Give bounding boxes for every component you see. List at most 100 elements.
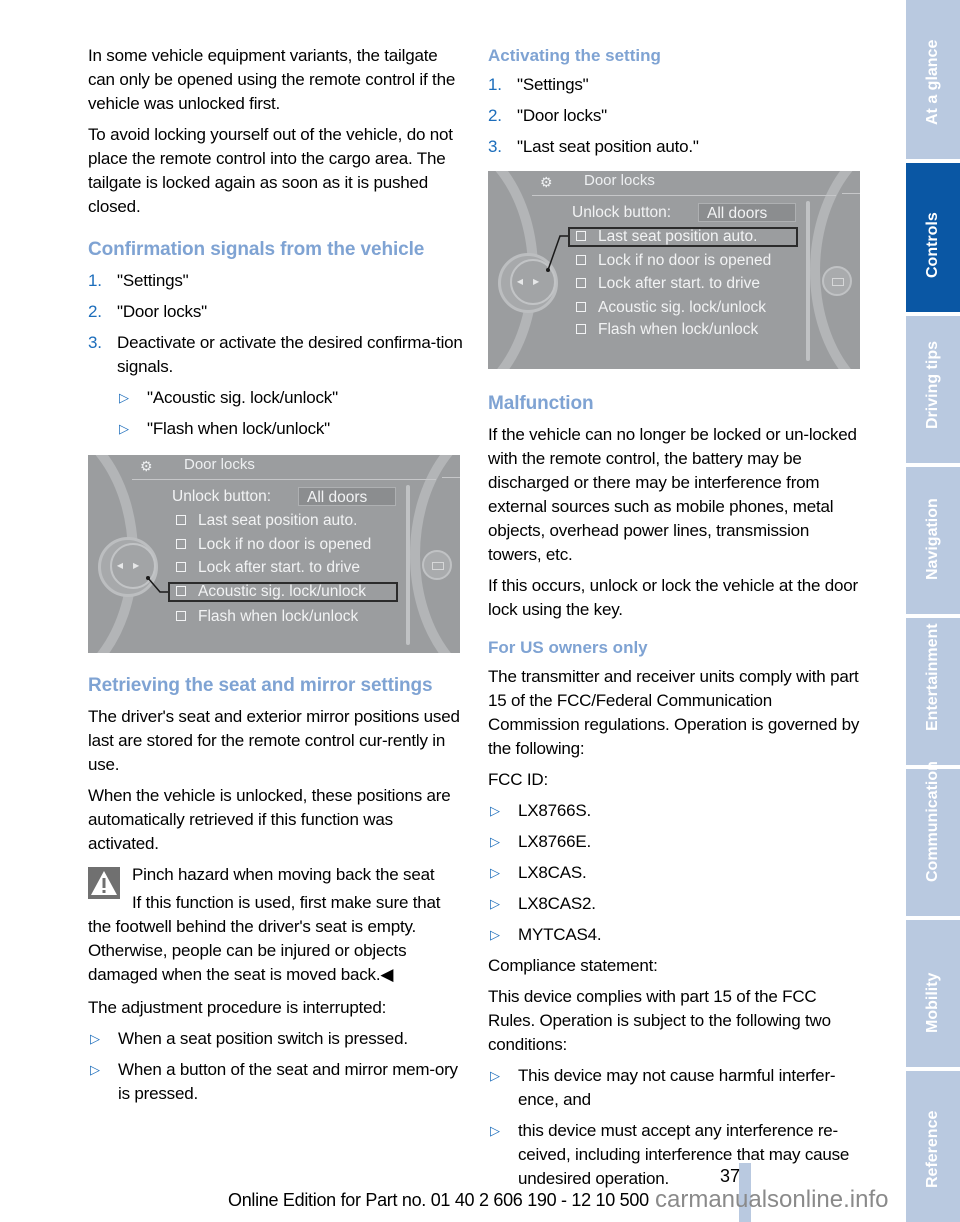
compliance-label: Compliance statement: [488,956,658,975]
triangle-bullet-icon: ▷ [490,834,500,849]
list-item: ▷ LX8766S. [488,799,864,823]
confirmation-sub-bullets: ▷ "Acoustic sig. lock/unlock" ▷ "Flash whe… [117,386,464,441]
step-number: 3. [88,333,102,352]
triangle-bullet-icon: ▷ [119,390,129,405]
section-heading-malfunction: Malfunction [488,393,594,414]
intro-paragraph: In some vehicle equipment variants, the … [88,46,456,113]
list-item: ▷ LX8CAS. [488,861,864,885]
bullet-text: When a seat position switch is pressed. [118,1029,408,1048]
tab-at-a-glance[interactable]: At a glance [906,0,960,159]
step-number: 1. [88,271,102,290]
triangle-bullet-icon: ▷ [119,421,129,436]
paragraph: If this occurs, unlock or lock the vehic… [488,576,858,619]
warning-block: Pinch hazard when moving back the seat I… [88,863,464,987]
list-item: ▷ MYTCAS4. [488,923,864,947]
section-heading-retrieving: Retrieving the seat and mirror settings [88,675,433,696]
section-heading-us-owners: For US owners only [488,638,648,657]
tab-label: Entertainment [924,623,941,731]
paragraph: This device complies with part 15 of the… [488,987,831,1054]
fcc-id: LX8CAS. [518,863,587,882]
list-item: 2. "Door locks" [488,104,864,128]
tab-label: Navigation [924,498,941,580]
scroll-indicator [406,485,410,645]
step-text: Deactivate or activate the desired confi… [117,333,463,376]
bullet-text: "Flash when lock/unlock" [147,419,331,438]
fcc-id: LX8CAS2. [518,894,596,913]
warning-triangle-icon [88,867,120,899]
list-item: ▷ LX8766E. [488,830,864,854]
tab-reference[interactable]: Reference [906,1071,960,1222]
paragraph: If the vehicle can no longer be locked o… [488,425,857,564]
step-number: 1. [488,75,502,94]
fcc-id-label: FCC ID: [488,770,548,789]
list-item: ▷ When a button of the seat and mirror me… [88,1058,464,1106]
list-item: 1. "Settings" [88,269,464,293]
tab-label: At a glance [924,39,941,125]
list-item: 3. Deactivate or activate the desired con… [88,331,464,379]
bullet-text: "Acoustic sig. lock/unlock" [147,388,338,407]
tab-controls[interactable]: Controls [906,163,960,312]
edition-line: Online Edition for Part no. 01 40 2 606 … [228,1190,649,1210]
list-item: ▷ When a seat position switch is pressed. [88,1027,464,1051]
right-column: Activating the setting 1. "Settings" 2. "D… [488,44,864,1198]
list-item: 1. "Settings" [488,73,864,97]
fcc-id: MYTCAS4. [518,925,602,944]
option-button-icon [422,550,452,580]
pointer-line [546,235,568,272]
list-item: 2. "Door locks" [88,300,464,324]
list-item: ▷ "Acoustic sig. lock/unlock" [117,386,464,410]
page-number: 37 [720,1166,741,1186]
triangle-bullet-icon: ▷ [490,1068,500,1083]
tab-label: Mobility [924,972,941,1033]
bullet-text: When a button of the seat and mirror mem… [118,1060,458,1103]
pointer-line [146,576,168,593]
step-text: "Settings" [517,75,589,94]
tab-label: Controls [924,212,941,278]
scroll-indicator [806,201,810,361]
tab-entertainment[interactable]: Entertainment [906,618,960,765]
step-text: "Door locks" [517,106,607,125]
list-item: ▷ LX8CAS2. [488,892,864,916]
section-heading-confirmation: Confirmation signals from the vehicle [88,239,425,260]
list-item: ▷ This device may not cause harmful inter… [488,1064,864,1112]
bullet-text: This device may not cause harmful interf… [518,1066,836,1109]
tab-driving-tips[interactable]: Driving tips [906,316,960,463]
warning-title: Pinch hazard when moving back the seat [132,865,435,884]
list-item: ▷ "Flash when lock/unlock" [117,417,464,441]
triangle-bullet-icon: ▷ [490,927,500,942]
section-heading-activating: Activating the setting [488,46,661,65]
activating-steps: 1. "Settings" 2. "Door locks" 3. "Last seat… [488,73,864,159]
triangle-bullet-icon: ▷ [90,1062,100,1077]
triangle-bullet-icon: ▷ [490,1123,500,1138]
step-text: "Door locks" [117,302,207,321]
paragraph: When the vehicle is unlocked, these posi… [88,786,451,853]
tab-label: Communication [924,761,941,882]
triangle-bullet-icon: ▷ [90,1031,100,1046]
step-number: 2. [488,106,502,125]
step-number: 2. [88,302,102,321]
option-button-icon [822,266,852,296]
fcc-id: LX8766E. [518,832,592,851]
warning-text: If this function is used, first make sur… [132,893,441,912]
tab-mobility[interactable]: Mobility [906,920,960,1067]
left-column: In some vehicle equipment variants, the … [88,44,464,1113]
list-item: 3. "Last seat position auto." [488,135,864,159]
watermark: carmanualsonline.info [655,1186,889,1213]
intro-paragraph: To avoid locking yourself out of the veh… [88,125,453,216]
tab-communication[interactable]: Communication [906,761,960,916]
step-text: "Last seat position auto." [517,137,699,156]
paragraph: The transmitter and receiver units compl… [488,667,860,758]
step-text: "Settings" [117,271,189,290]
idrive-screen-image-2: ⚙ Door locks Unlock button: All doors La… [488,171,860,369]
triangle-bullet-icon: ▷ [490,865,500,880]
triangle-bullet-icon: ▷ [490,803,500,818]
tab-navigation[interactable]: Navigation [906,467,960,614]
idrive-screen-image-1: ⚙ Door locks Unlock button: All doors La… [88,455,460,653]
chapter-tabs: At a glance Controls Driving tips Naviga… [906,0,960,1222]
paragraph: The adjustment procedure is interrupted: [88,998,387,1017]
confirmation-steps: 1. "Settings" 2. "Door locks" 3. Deactivate… [88,269,464,379]
interrupted-bullets: ▷ When a seat position switch is pressed.… [88,1027,464,1106]
triangle-bullet-icon: ▷ [490,896,500,911]
conditions-list: ▷ This device may not cause harmful inter… [488,1064,864,1191]
paragraph: The driver's seat and exterior mirror po… [88,707,460,774]
